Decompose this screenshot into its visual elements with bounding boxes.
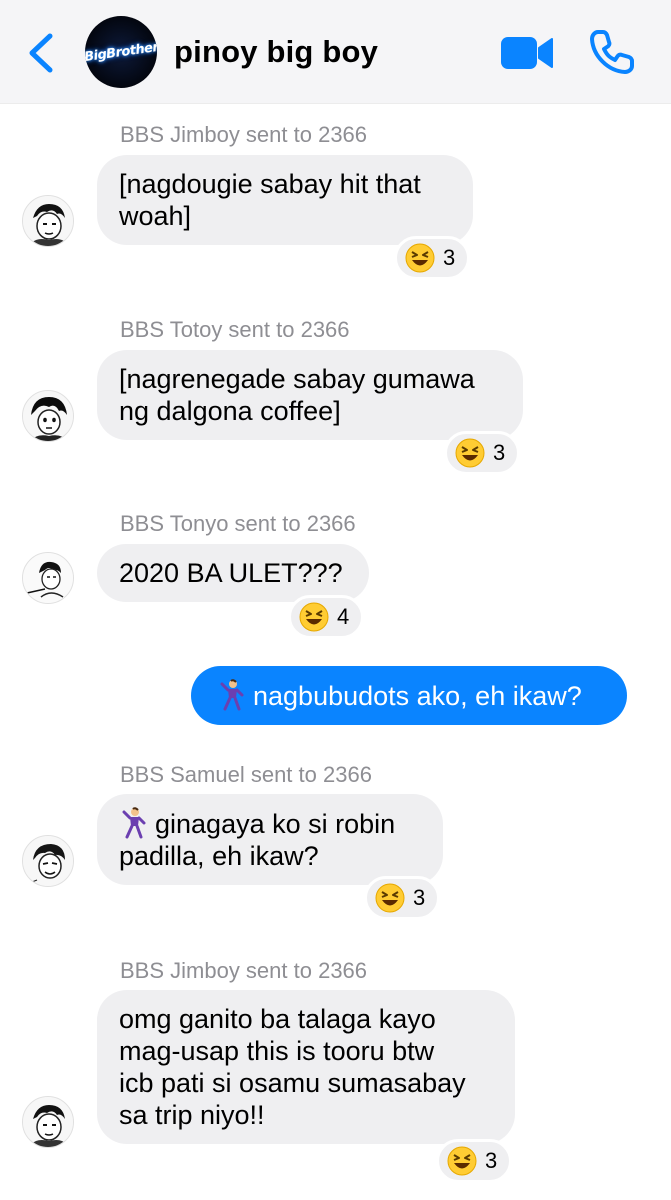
avatar[interactable] — [22, 835, 74, 887]
message-text: ginagaya ko si robin — [155, 809, 396, 839]
message-bubble[interactable]: omg ganito ba talaga kayo mag-usap this … — [97, 990, 515, 1144]
outgoing-message-bubble[interactable]: nagbubudots ako, eh ikaw? — [191, 666, 627, 725]
back-button[interactable] — [22, 28, 62, 78]
reaction-badge[interactable]: 3 — [436, 1139, 513, 1183]
message-line: [nagdougie sabay hit that — [119, 169, 421, 199]
dancer-icon — [220, 679, 244, 711]
message-bubble[interactable]: [nagdougie sabay hit that woah] — [97, 155, 473, 245]
message-sender: BBS Jimboy sent to 2366 — [120, 958, 368, 983]
avatar[interactable] — [22, 1096, 74, 1148]
message-bubble[interactable]: 2020 BA ULET??? — [97, 544, 369, 602]
message-line: sa trip niyo!! — [119, 1100, 265, 1130]
reaction-count: 3 — [485, 1148, 498, 1173]
message-line: omg ganito ba talaga kayo — [119, 1004, 436, 1034]
conversation-header: BigBrother pinoy big boy — [0, 0, 671, 104]
laughing-face-icon — [405, 243, 435, 273]
message-bubble[interactable]: ginagaya ko si robin padilla, eh ikaw? — [97, 794, 443, 885]
avatar[interactable] — [22, 552, 74, 604]
avatar[interactable] — [22, 195, 74, 247]
laughing-face-icon — [299, 602, 329, 632]
chevron-left-icon — [29, 33, 53, 73]
message-line: ng dalgona coffee] — [119, 396, 341, 426]
laughing-face-icon — [447, 1146, 477, 1176]
dancer-icon — [122, 807, 146, 839]
message-line: [nagrenegade sabay gumawa — [119, 364, 475, 394]
reaction-count: 3 — [443, 245, 456, 270]
audio-call-button[interactable] — [588, 28, 636, 76]
message-line: mag-usap this is tooru btw — [119, 1036, 435, 1066]
message-sender: BBS Tonyo sent to 2366 — [120, 511, 356, 536]
group-logo: BigBrother — [85, 39, 157, 65]
laughing-face-icon — [455, 438, 485, 468]
reaction-badge[interactable]: 4 — [288, 595, 365, 639]
reaction-count: 4 — [337, 604, 350, 629]
reaction-badge[interactable]: 3 — [444, 431, 521, 475]
video-camera-icon — [501, 37, 553, 69]
avatar-sketch-icon — [23, 196, 73, 246]
message-sender: BBS Samuel sent to 2366 — [120, 762, 372, 787]
laughing-face-icon — [375, 883, 405, 913]
message-line: 2020 BA ULET??? — [119, 558, 343, 588]
avatar-sketch-icon — [23, 1097, 73, 1147]
message-line: padilla, eh ikaw? — [119, 841, 319, 871]
avatar[interactable] — [22, 390, 74, 442]
message-line: icb pati si osamu sumasabay — [119, 1068, 466, 1098]
message-sender: BBS Totoy sent to 2366 — [120, 317, 350, 342]
phone-icon — [590, 30, 634, 74]
avatar-sketch-icon — [23, 553, 73, 603]
message-sender: BBS Jimboy sent to 2366 — [120, 122, 368, 147]
avatar-sketch-icon — [23, 836, 73, 886]
reaction-count: 3 — [493, 440, 506, 465]
group-avatar[interactable]: BigBrother — [85, 16, 157, 88]
reaction-badge[interactable]: 3 — [364, 876, 441, 920]
video-call-button[interactable] — [500, 34, 554, 72]
conversation-title[interactable]: pinoy big boy — [174, 34, 378, 70]
message-line: woah] — [119, 201, 192, 231]
message-line: ginagaya ko si robin — [119, 807, 421, 840]
reaction-badge[interactable]: 3 — [394, 236, 471, 280]
reaction-count: 3 — [413, 885, 426, 910]
avatar-sketch-icon — [23, 391, 73, 441]
message-bubble[interactable]: [nagrenegade sabay gumawa ng dalgona cof… — [97, 350, 523, 440]
message-line: nagbubudots ako, eh ikaw? — [253, 681, 582, 711]
